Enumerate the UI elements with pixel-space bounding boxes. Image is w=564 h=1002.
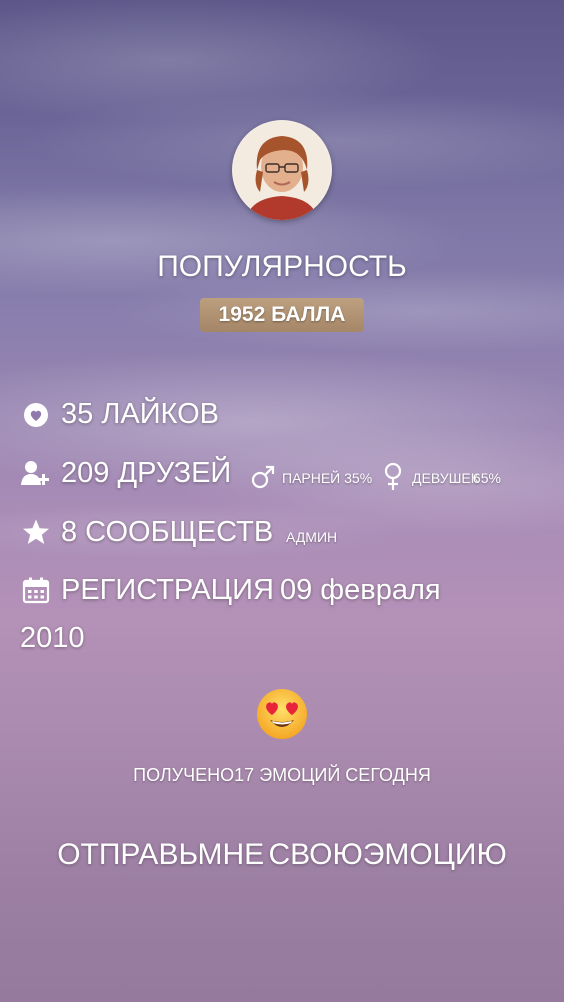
registration-label: РЕГИСТРАЦИЯ 09 февраля [61,574,441,607]
send-part2: МНЕ [197,838,265,871]
male-symbol-icon [250,464,276,495]
heart-eyes-emoji-icon[interactable] [256,688,308,745]
registration-title: РЕГИСТРАЦИЯ [61,574,274,606]
female-percent: ДЕВУШЕК65% [412,470,501,486]
female-percent-value: 65% [472,470,501,486]
avatar-portrait [234,122,330,220]
communities-count[interactable]: 8 СООБЩЕСТВ [61,516,273,549]
registration-date: 09 февраля [279,574,441,606]
send-part4: ЭМОЦИЮ [362,838,507,871]
male-percent: ПАРНЕЙ 35% [282,470,372,486]
friends-count[interactable]: 209 ДРУЗЕЙ [61,457,231,490]
star-icon [22,518,50,551]
received-prefix: ПОЛУЧЕНО [133,765,235,785]
male-label: ПАРНЕЙ [282,470,341,486]
send-emotion-button[interactable]: ОТПРАВЬМНЕ СВОЮЭМОЦИЮ [0,838,564,872]
received-count: 17 [234,765,255,785]
female-symbol-icon [382,462,404,497]
admin-role: АДМИН [286,529,338,545]
female-label: ДЕВУШЕК [412,470,479,486]
calendar-icon [22,576,50,609]
send-part3: СВОЮ [268,838,363,871]
avatar[interactable] [232,120,332,220]
male-percent-value: 35% [344,470,373,486]
received-suffix: ЭМОЦИЙ СЕГОДНЯ [259,765,431,785]
received-emotions-text: ПОЛУЧЕНО17 ЭМОЦИЙ СЕГОДНЯ [0,765,564,786]
likes-count[interactable]: 35 ЛАЙКОВ [61,398,219,431]
popularity-title: ПОПУЛЯРНОСТЬ [157,250,407,283]
registration-year: 2010 [20,622,85,654]
score-badge: 1952 БАЛЛА [200,298,364,332]
add-friend-icon [20,459,52,492]
send-part1: ОТПРАВЬ [57,838,198,871]
heart-icon [22,401,50,434]
